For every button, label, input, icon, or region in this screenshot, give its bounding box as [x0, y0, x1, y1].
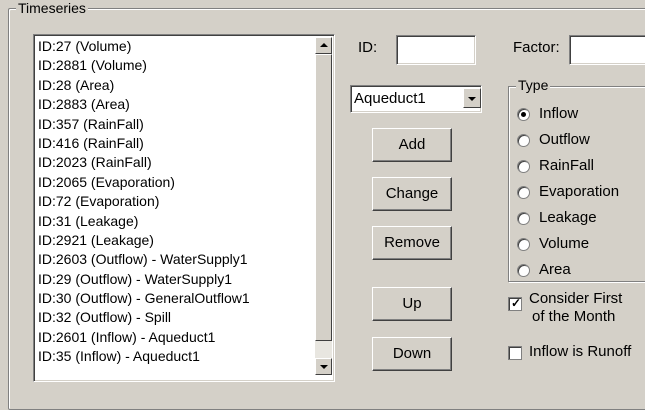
list-item[interactable]: ID:2883 (Area) — [38, 95, 308, 114]
radio-dot-icon — [521, 112, 526, 117]
type-radio-label: Inflow — [539, 105, 579, 122]
timeseries-listbox[interactable]: ID:27 (Volume) ID:2881 (Volume) ID:28 (Are… — [33, 34, 335, 382]
consider-first-checkbox[interactable]: ✓ — [508, 296, 522, 311]
consider-first-label-line2: of the Month — [532, 308, 616, 325]
type-radio-outflow[interactable]: Outflow — [517, 130, 645, 152]
list-item[interactable]: ID:30 (Outflow) - GeneralOutflow1 — [38, 289, 308, 308]
list-item[interactable]: ID:416 (RainFall) — [38, 134, 308, 153]
timeseries-group-title: Timeseries — [16, 0, 88, 16]
factor-input[interactable] — [569, 35, 645, 65]
radio-circle-icon — [517, 134, 530, 147]
list-item[interactable]: ID:2601 (Inflow) - Aqueduct1 — [38, 328, 308, 347]
list-item[interactable]: ID:357 (RainFall) — [38, 115, 308, 134]
arrow-down-icon — [320, 365, 328, 369]
scroll-up-button[interactable] — [315, 37, 332, 54]
list-item[interactable]: ID:2065 (Evaporation) — [38, 173, 308, 192]
list-item[interactable]: ID:29 (Outflow) - WaterSupply1 — [38, 270, 308, 289]
dropdown-button[interactable] — [463, 88, 481, 108]
type-radio-label: Area — [539, 261, 571, 278]
type-radio-label: Leakage — [539, 209, 597, 226]
consider-first-label: Consider First of the Month — [529, 290, 622, 326]
type-radio-rainfall[interactable]: RainFall — [517, 156, 645, 178]
dropdown-selected-value: Aqueduct1 — [354, 90, 426, 107]
type-radio-area[interactable]: Area — [517, 260, 645, 282]
type-radio-label: Evaporation — [539, 183, 620, 200]
timeseries-list: ID:27 (Volume) ID:2881 (Volume) ID:28 (Are… — [38, 37, 308, 367]
arrow-up-icon — [320, 43, 328, 47]
radio-circle-icon — [517, 212, 530, 225]
add-button[interactable]: Add — [372, 128, 452, 162]
type-radio-label: RainFall — [539, 157, 595, 174]
id-input[interactable] — [396, 35, 476, 65]
list-item[interactable]: ID:72 (Evaporation) — [38, 192, 308, 211]
inflow-is-runoff-checkbox[interactable] — [508, 346, 522, 360]
list-item[interactable]: ID:2603 (Outflow) - WaterSupply1 — [38, 250, 308, 269]
factor-label: Factor: — [513, 39, 560, 56]
scroll-down-button[interactable] — [315, 358, 332, 375]
consider-first-label-line1: Consider First — [529, 290, 623, 307]
type-radio-volume[interactable]: Volume — [517, 234, 645, 256]
list-item[interactable]: ID:28 (Area) — [38, 76, 308, 95]
scroll-thumb[interactable] — [315, 54, 332, 341]
type-radio-evaporation[interactable]: Evaporation — [517, 182, 645, 204]
radio-circle-icon — [517, 186, 530, 199]
inflow-is-runoff-label: Inflow is Runoff — [529, 343, 632, 360]
list-item[interactable]: ID:2023 (RainFall) — [38, 153, 308, 172]
list-item[interactable]: ID:35 (Inflow) - Aqueduct1 — [38, 347, 308, 366]
type-radio-label: Volume — [539, 235, 590, 252]
change-button[interactable]: Change — [372, 177, 452, 211]
down-button[interactable]: Down — [372, 337, 452, 371]
id-label: ID: — [358, 39, 378, 56]
list-item[interactable]: ID:2881 (Volume) — [38, 56, 308, 75]
list-item[interactable]: ID:31 (Leakage) — [38, 212, 308, 231]
list-item[interactable]: ID:2921 (Leakage) — [38, 231, 308, 250]
type-radio-leakage[interactable]: Leakage — [517, 208, 645, 230]
radio-circle-icon — [517, 264, 530, 277]
radio-circle-icon — [517, 108, 530, 121]
type-radio-label: Outflow — [539, 131, 590, 148]
checkmark-icon: ✓ — [511, 296, 522, 310]
type-radio-inflow[interactable]: Inflow — [517, 104, 645, 126]
chevron-down-icon — [468, 97, 476, 101]
node-dropdown[interactable]: Aqueduct1 — [350, 85, 482, 113]
remove-button[interactable]: Remove — [372, 226, 452, 260]
up-button[interactable]: Up — [372, 287, 452, 321]
list-item[interactable]: ID:32 (Outflow) - Spill — [38, 308, 308, 327]
radio-circle-icon — [517, 238, 530, 251]
type-group-title: Type — [516, 77, 551, 93]
vertical-scrollbar[interactable] — [315, 37, 332, 375]
list-item[interactable]: ID:27 (Volume) — [38, 37, 308, 56]
radio-circle-icon — [517, 160, 530, 173]
